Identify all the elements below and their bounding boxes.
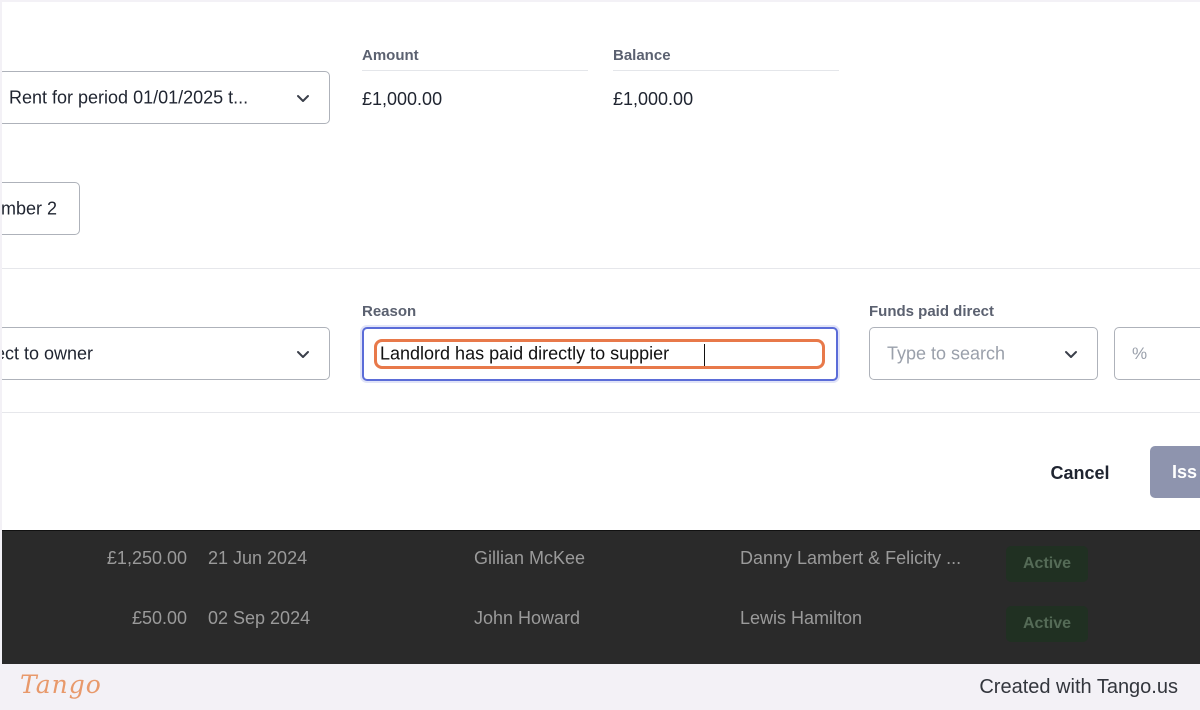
balance-label: Balance: [613, 47, 671, 64]
actions-divider: [2, 412, 1200, 413]
tango-logo: Tango: [20, 670, 102, 699]
issue-button[interactable]: Iss: [1150, 446, 1200, 498]
credit-note-modal: Rent for period 01/01/2025 t... Amount £…: [2, 2, 1200, 530]
row-tenant: Danny Lambert & Felicity ...: [740, 548, 962, 568]
balance-value: £1,000.00: [613, 89, 694, 109]
row-agent: John Howard: [474, 608, 581, 628]
funds-paid-direct-label: Funds paid direct: [869, 303, 995, 320]
screenshot-frame: Rent for period 01/01/2025 t... Amount £…: [2, 2, 1200, 664]
chevron-down-icon: [297, 94, 309, 102]
payment-type-select[interactable]: ect to owner: [2, 327, 330, 380]
status-badge: Active: [1006, 606, 1088, 642]
amount-value: £1,000.00: [362, 89, 443, 109]
section-divider: [2, 268, 1200, 269]
reason-label: Reason: [362, 303, 417, 320]
cancel-button[interactable]: Cancel: [1032, 454, 1128, 492]
row-date: 21 Jun 2024: [208, 548, 308, 568]
number-chip-label: mber 2: [2, 198, 58, 218]
reason-input[interactable]: Landlord has paid directly to suppier: [362, 327, 838, 381]
number-chip[interactable]: mber 2: [2, 182, 80, 235]
invoice-item-select[interactable]: Rent for period 01/01/2025 t...: [2, 71, 330, 124]
row-tenant: Lewis Hamilton: [740, 608, 863, 628]
row-agent: Gillian McKee: [474, 548, 586, 568]
invoice-item-select-value: Rent for period 01/01/2025 t...: [9, 87, 249, 107]
highlight-box: [374, 339, 825, 369]
row-amount: £1,250.00: [106, 548, 187, 568]
funds-paid-direct-select[interactable]: Type to search: [869, 327, 1098, 380]
row-amount: £50.00: [131, 608, 187, 628]
funds-paid-direct-placeholder: Type to search: [887, 343, 1006, 363]
tango-footer: Tango Created with Tango.us: [0, 664, 1200, 710]
status-badge: Active: [1006, 546, 1088, 582]
created-with-credit: Created with Tango.us: [979, 676, 1178, 698]
percent-input[interactable]: %: [1114, 327, 1200, 380]
percent-placeholder: %: [1132, 343, 1148, 363]
amount-label: Amount: [362, 47, 419, 64]
chevron-down-icon: [1065, 350, 1077, 358]
balance-divider: [613, 70, 839, 71]
payment-type-value: ect to owner: [2, 343, 94, 363]
row-date: 02 Sep 2024: [208, 608, 311, 628]
chevron-down-icon: [297, 350, 309, 358]
amount-divider: [362, 70, 588, 71]
background-overlay: £1,250.00 21 Jun 2024 Gillian McKee Dann…: [2, 530, 1200, 664]
